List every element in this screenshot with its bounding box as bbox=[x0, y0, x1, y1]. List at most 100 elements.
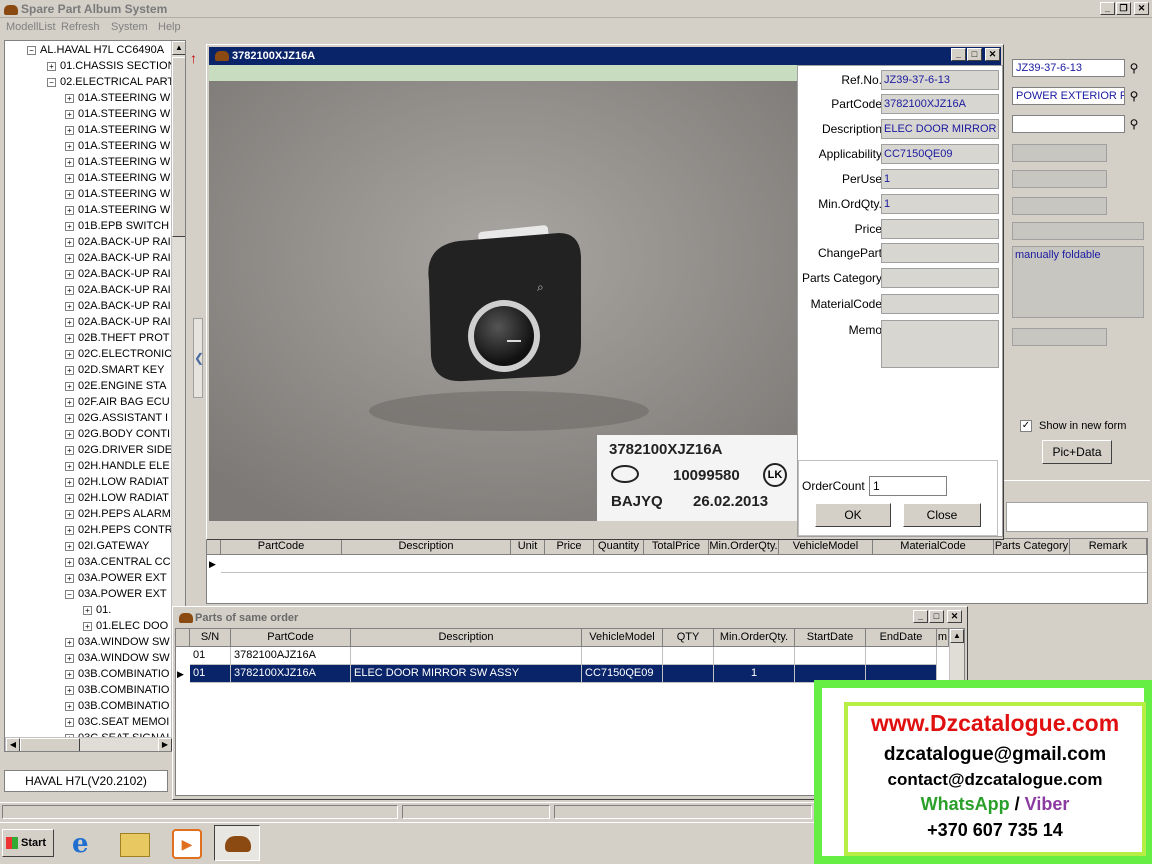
column-header[interactable]: Description bbox=[351, 629, 582, 647]
tree-item[interactable]: +02H.HANDLE ELE bbox=[65, 459, 170, 475]
splitter-collapse-button[interactable]: ❮ bbox=[193, 318, 204, 398]
expand-icon[interactable]: + bbox=[65, 445, 74, 455]
table-cell[interactable]: 01 bbox=[190, 647, 231, 665]
tree-item[interactable]: +03B.COMBINATIO bbox=[65, 683, 169, 699]
column-header[interactable]: Description bbox=[342, 539, 511, 555]
scroll-right-button[interactable]: ▶ bbox=[158, 738, 172, 751]
internet-explorer-icon[interactable]: e bbox=[72, 829, 102, 859]
scroll-up-button[interactable]: ▲ bbox=[172, 41, 185, 55]
binoculars-icon[interactable]: ⚲ bbox=[1125, 87, 1143, 105]
tree-item[interactable]: +02A.BACK-UP RAI bbox=[65, 283, 171, 299]
column-header[interactable]: VehicleModel bbox=[582, 629, 663, 647]
expand-icon[interactable]: + bbox=[65, 477, 74, 487]
expand-icon[interactable]: + bbox=[65, 685, 74, 695]
expand-icon[interactable]: + bbox=[65, 317, 74, 327]
tree-item[interactable]: +03B.COMBINATIO bbox=[65, 667, 169, 683]
tree-item[interactable]: +01A.STEERING W bbox=[65, 107, 170, 123]
scroll-up-button[interactable]: ▲ bbox=[950, 629, 964, 643]
expand-icon[interactable]: + bbox=[65, 285, 74, 295]
collapse-icon[interactable]: − bbox=[65, 589, 74, 599]
column-header[interactable]: StartDate bbox=[795, 629, 866, 647]
expand-icon[interactable]: + bbox=[65, 509, 74, 519]
expand-icon[interactable]: + bbox=[65, 109, 74, 119]
expand-icon[interactable]: + bbox=[65, 461, 74, 471]
column-header[interactable]: PartCode bbox=[221, 539, 342, 555]
expand-icon[interactable]: + bbox=[65, 573, 74, 583]
binoculars-icon[interactable]: ⚲ bbox=[1125, 115, 1143, 133]
tree-item[interactable]: +03A.WINDOW SW bbox=[65, 635, 170, 651]
table-cell[interactable] bbox=[663, 665, 714, 683]
table-cell[interactable] bbox=[582, 647, 663, 665]
expand-icon[interactable]: + bbox=[83, 621, 92, 631]
hscroll-thumb[interactable] bbox=[20, 738, 80, 751]
tree-item[interactable]: +01.CHASSIS SECTION bbox=[47, 59, 176, 75]
tree-item[interactable]: +02A.BACK-UP RAI bbox=[65, 299, 171, 315]
tree-item[interactable]: +02F.AIR BAG ECU bbox=[65, 395, 170, 411]
column-header[interactable]: EndDate bbox=[866, 629, 937, 647]
column-header[interactable]: Price bbox=[545, 539, 594, 555]
table-cell[interactable]: 3782100AJZ16A bbox=[231, 647, 351, 665]
tree-item[interactable]: +02H.PEPS CONTR bbox=[65, 523, 173, 539]
tree-item[interactable]: +02A.BACK-UP RAI bbox=[65, 235, 171, 251]
tree-item[interactable]: +01A.STEERING W bbox=[65, 203, 170, 219]
search-ref-input[interactable]: JZ39-37-6-13 bbox=[1012, 59, 1125, 77]
tree-item[interactable]: +01.ELEC DOO bbox=[83, 619, 168, 635]
tree-item[interactable]: +02H.LOW RADIAT bbox=[65, 475, 169, 491]
expand-icon[interactable]: + bbox=[65, 253, 74, 263]
expand-icon[interactable]: + bbox=[65, 557, 74, 567]
search-code-input[interactable] bbox=[1012, 115, 1125, 133]
minimize-button[interactable]: _ bbox=[913, 610, 928, 623]
tree-item[interactable]: +03A.POWER EXT bbox=[65, 571, 167, 587]
table-cell[interactable] bbox=[795, 647, 866, 665]
tree-item[interactable]: +01A.STEERING W bbox=[65, 171, 170, 187]
tree-item[interactable]: +02G.ASSISTANT I bbox=[65, 411, 168, 427]
expand-icon[interactable]: + bbox=[65, 717, 74, 727]
tree-item[interactable]: +01A.STEERING W bbox=[65, 91, 170, 107]
tree-item[interactable]: +02A.BACK-UP RAI bbox=[65, 315, 171, 331]
column-header[interactable]: PartCode bbox=[231, 629, 351, 647]
tree-item[interactable]: +02C.ELECTRONIC bbox=[65, 347, 172, 363]
maximize-button[interactable]: □ bbox=[929, 610, 944, 623]
table-cell[interactable]: 1 bbox=[714, 665, 795, 683]
expand-icon[interactable]: + bbox=[65, 93, 74, 103]
ok-button[interactable]: OK bbox=[815, 503, 891, 527]
table-cell[interactable]: CC7150QE09 bbox=[582, 665, 663, 683]
column-header[interactable]: Unit bbox=[511, 539, 545, 555]
close-button[interactable]: ✕ bbox=[947, 610, 962, 623]
expand-icon[interactable]: + bbox=[65, 125, 74, 135]
tree-item[interactable]: +03A.CENTRAL CC bbox=[65, 555, 171, 571]
tree-hscrollbar[interactable]: ◀ ▶ bbox=[5, 737, 185, 751]
start-button[interactable]: Start bbox=[2, 829, 54, 857]
menu-modellist[interactable]: ModellList bbox=[6, 21, 56, 33]
column-header[interactable]: TotalPrice bbox=[644, 539, 709, 555]
expand-icon[interactable]: + bbox=[83, 605, 92, 615]
tree-item[interactable]: −03A.POWER EXT bbox=[65, 587, 167, 603]
column-header[interactable]: Quantity bbox=[594, 539, 644, 555]
expand-icon[interactable]: + bbox=[47, 61, 56, 71]
tree-item[interactable]: +02H.LOW RADIAT bbox=[65, 491, 169, 507]
expand-icon[interactable]: + bbox=[65, 525, 74, 535]
close-button[interactable]: ✕ bbox=[985, 48, 1000, 61]
folder-icon[interactable] bbox=[120, 833, 150, 857]
close-button[interactable]: ✕ bbox=[1134, 2, 1149, 15]
expand-icon[interactable]: + bbox=[65, 493, 74, 503]
tree-item[interactable]: +01. bbox=[83, 603, 111, 619]
table-cell[interactable]: 3782100XJZ16A bbox=[231, 665, 351, 683]
search-desc-input[interactable]: POWER EXTERIOR R bbox=[1012, 87, 1125, 105]
tree-item[interactable]: +02I.GATEWAY bbox=[65, 539, 149, 555]
restore-button[interactable]: ❐ bbox=[1116, 2, 1131, 15]
tree-item[interactable]: +02G.BODY CONTI bbox=[65, 427, 170, 443]
expand-icon[interactable]: + bbox=[65, 429, 74, 439]
expand-icon[interactable]: + bbox=[65, 397, 74, 407]
up-arrow-icon[interactable]: ↑ bbox=[190, 50, 202, 70]
table-cell[interactable]: 01 bbox=[190, 665, 231, 683]
minimize-button[interactable]: _ bbox=[1100, 2, 1115, 15]
table-cell[interactable] bbox=[866, 647, 937, 665]
column-header[interactable]: QTY bbox=[663, 629, 714, 647]
tree-item[interactable]: +02G.DRIVER SIDE bbox=[65, 443, 172, 459]
expand-icon[interactable]: + bbox=[65, 173, 74, 183]
expand-icon[interactable]: + bbox=[65, 349, 74, 359]
menu-system[interactable]: System bbox=[111, 21, 148, 33]
column-header[interactable]: Remark bbox=[1070, 539, 1147, 555]
tree-item[interactable]: +01A.STEERING W bbox=[65, 155, 170, 171]
